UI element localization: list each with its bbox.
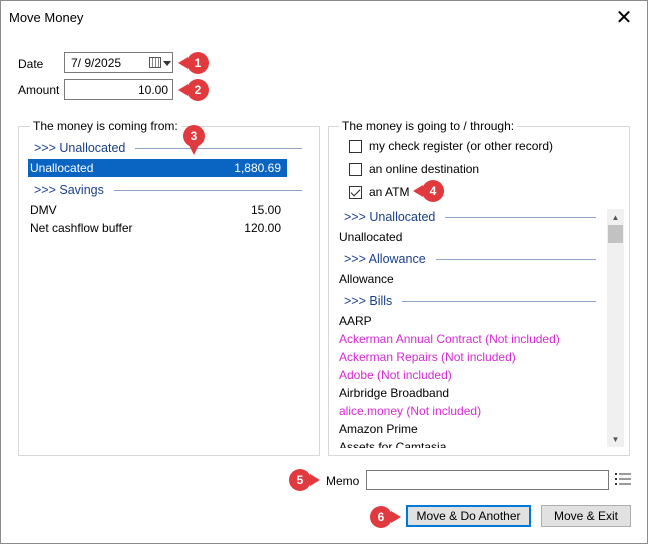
annotation-badge-2: 2	[178, 79, 209, 101]
to-section-header-unallocated: >>> Unallocated	[344, 208, 596, 226]
annotation-badge-6: 6	[370, 506, 401, 528]
move-and-exit-button[interactable]: Move & Exit	[541, 505, 631, 527]
from-row-amount: 120.00	[244, 221, 281, 235]
annotation-badge-3: 3	[183, 125, 205, 155]
section-header-label: >>> Allowance	[344, 252, 426, 266]
from-row-dmv[interactable]: DMV 15.00	[28, 201, 287, 219]
section-divider	[402, 300, 596, 302]
date-label: Date	[18, 57, 44, 71]
chevron-down-icon[interactable]	[163, 61, 171, 66]
to-list-item-excluded[interactable]: Ackerman Annual Contract (Not included)	[339, 330, 560, 348]
section-divider	[435, 258, 596, 260]
checkbox-label: an ATM	[369, 185, 410, 199]
close-icon: ✕	[615, 6, 633, 29]
scroll-down-icon[interactable]: ▼	[607, 431, 624, 447]
calendar-icon[interactable]	[149, 57, 161, 68]
from-row-name: Net cashflow buffer	[30, 221, 133, 235]
section-divider	[113, 189, 302, 191]
checkbox-box-checked[interactable]	[349, 185, 362, 199]
to-group-legend: The money is going to / through:	[339, 119, 518, 133]
date-picker[interactable]: 7/ 9/2025	[64, 52, 173, 73]
to-section-header-allowance: >>> Allowance	[344, 250, 596, 268]
scrollbar-thumb[interactable]	[608, 225, 623, 243]
scroll-up-icon[interactable]: ▲	[607, 209, 624, 225]
to-list-scrollbar[interactable]: ▲ ▼	[607, 209, 624, 447]
checkbox-label: my check register (or other record)	[369, 139, 554, 153]
amount-label: Amount	[18, 83, 60, 97]
section-header-label: >>> Unallocated	[34, 141, 126, 155]
close-button[interactable]: ✕	[601, 1, 647, 33]
from-row-net-cashflow-buffer[interactable]: Net cashflow buffer 120.00	[28, 219, 287, 237]
checkbox-atm[interactable]: an ATM	[349, 185, 409, 199]
section-divider	[445, 216, 596, 218]
section-header-savings: >>> Savings	[34, 181, 302, 199]
checkbox-box[interactable]	[349, 162, 362, 176]
annotation-badge-5: 5	[289, 469, 320, 491]
to-list-item-excluded[interactable]: Adobe (Not included)	[339, 366, 452, 384]
to-list-item-excluded[interactable]: alice.money (Not included)	[339, 402, 481, 420]
window-title: Move Money	[9, 10, 84, 25]
move-money-dialog: Move Money ✕ Date 7/ 9/2025 1 Amount 10.…	[0, 0, 648, 544]
section-divider	[135, 147, 302, 149]
from-group-legend: The money is coming from:	[30, 119, 181, 133]
to-list-item[interactable]: Assets for Camtasia	[339, 438, 446, 448]
from-row-amount: 1,880.69	[234, 161, 281, 175]
section-header-label: >>> Bills	[344, 294, 393, 308]
annotation-badge-4: 4	[413, 180, 444, 202]
checkbox-online-destination[interactable]: an online destination	[349, 162, 479, 176]
to-list-item[interactable]: Airbridge Broadband	[339, 384, 449, 402]
memo-label: Memo	[326, 474, 360, 488]
to-list-item[interactable]: Allowance	[339, 270, 394, 288]
list-icon[interactable]	[615, 472, 631, 486]
checkbox-label: an online destination	[369, 162, 480, 176]
amount-field[interactable]: 10.00	[64, 79, 173, 100]
title-bar: Move Money ✕	[1, 1, 647, 33]
memo-field[interactable]	[366, 470, 609, 490]
to-section-header-bills: >>> Bills	[344, 292, 596, 310]
from-row-name: Unallocated	[30, 161, 94, 175]
amount-value: 10.00	[137, 83, 168, 97]
date-value: 7/ 9/2025	[71, 56, 122, 70]
checkbox-check-register[interactable]: my check register (or other record)	[349, 139, 553, 153]
section-header-unallocated: >>> Unallocated	[34, 139, 302, 157]
to-list-item[interactable]: Amazon Prime	[339, 420, 418, 438]
to-list-item-excluded[interactable]: Ackerman Repairs (Not included)	[339, 348, 516, 366]
to-list-item[interactable]: Unallocated	[339, 228, 402, 246]
section-header-label: >>> Savings	[34, 183, 104, 197]
from-row-amount: 15.00	[250, 203, 281, 217]
move-and-do-another-button[interactable]: Move & Do Another	[406, 505, 531, 527]
annotation-badge-1: 1	[178, 52, 209, 74]
checkbox-box[interactable]	[349, 139, 362, 153]
from-row-name: DMV	[30, 203, 57, 217]
to-list-item[interactable]: AARP	[339, 312, 372, 330]
from-row-unallocated[interactable]: Unallocated 1,880.69	[28, 159, 287, 177]
section-header-label: >>> Unallocated	[344, 210, 436, 224]
